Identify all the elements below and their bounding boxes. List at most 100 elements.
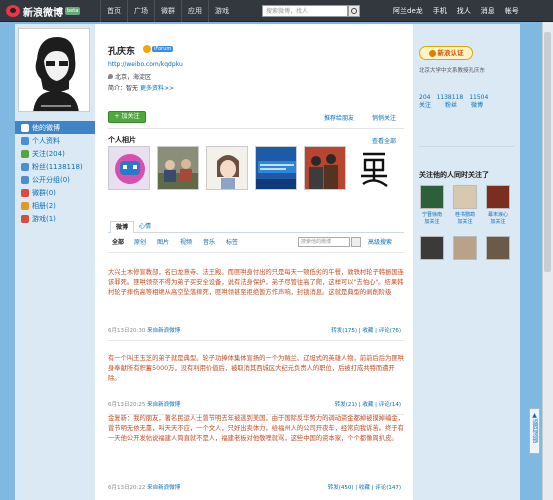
user-avatar xyxy=(420,185,444,209)
weibo-icon xyxy=(21,123,29,132)
post-time[interactable]: 6月13日20:22 xyxy=(108,485,145,491)
nav-apps[interactable]: 应用 xyxy=(181,0,208,22)
stat-weibo-count[interactable]: 11504 xyxy=(469,94,488,102)
stat-following-count[interactable]: 204 xyxy=(419,94,430,102)
quiet-follow-link[interactable]: 悄悄关注 xyxy=(372,113,396,122)
photo-thumbnail[interactable] xyxy=(157,146,199,190)
recommended-user[interactable] xyxy=(453,236,477,262)
sidebar-item-fans[interactable]: 粉丝(1138118) xyxy=(15,160,95,173)
photo-robot-image xyxy=(109,147,149,189)
search-icon[interactable] xyxy=(348,5,360,17)
user-avatar xyxy=(453,236,477,260)
filter-videos[interactable]: 视频 xyxy=(180,236,192,250)
follow-icon xyxy=(21,149,29,158)
stat-weibo-label[interactable]: 微博 xyxy=(471,102,483,110)
divider xyxy=(419,146,514,147)
stat-fans-label[interactable]: 粉丝 xyxy=(445,102,457,110)
photo-thumbnail[interactable] xyxy=(206,146,248,190)
back-to-top-button[interactable]: ▲ 返回顶部 xyxy=(529,408,540,454)
sidebar-item-his-weibo[interactable]: 他的微博 xyxy=(15,121,95,134)
post-time[interactable]: 6月13日20:25 xyxy=(108,402,145,408)
post-text: 金复新：我的朋友，著名民运人士曾节明去年被逃到美国，由于国际反华势力的调动资金都… xyxy=(108,415,404,443)
weibo-search-input[interactable]: 搜索他的微博 xyxy=(298,237,350,247)
sina-verified-badge[interactable]: 新浪认证 xyxy=(419,46,473,60)
photo-thumbnail[interactable] xyxy=(304,146,346,190)
post-actions[interactable]: 转发(175) | 收藏 | 评论(76) xyxy=(331,326,401,334)
user-avatar xyxy=(486,236,510,260)
user-avatar xyxy=(486,185,510,209)
logo-text: 新浪微博 xyxy=(23,7,63,19)
profile-avatar[interactable] xyxy=(18,28,90,112)
tab-mood[interactable]: 心情 xyxy=(134,221,156,233)
search-icon[interactable] xyxy=(351,237,361,247)
recommended-user[interactable] xyxy=(486,236,510,262)
recommended-user[interactable]: 桂书鹦鹉 加关注 xyxy=(453,185,477,225)
photos-title: 个人相片 xyxy=(108,136,136,144)
stat-fans-count[interactable]: 1138118 xyxy=(436,94,463,102)
sidebar-menu: 他的微博 个人资料 关注(204) 粉丝(1138118) 公开分组(0) 微群… xyxy=(15,121,95,225)
weiqun-icon xyxy=(21,188,29,197)
post-source[interactable]: 来自新浪微博 xyxy=(147,485,180,491)
filter-tags[interactable]: 标签 xyxy=(226,236,238,250)
filter-music[interactable]: 音乐 xyxy=(203,236,215,250)
photo-crowd-image xyxy=(305,147,345,189)
profile-stats: 204 1138118 11504 关注 粉丝 微博 xyxy=(419,94,517,110)
account-link[interactable]: 帐号 xyxy=(500,6,524,16)
recommended-user[interactable]: 宁晋徐南 加关注 xyxy=(420,185,444,225)
v-tag-badge[interactable]: iForum xyxy=(152,46,174,52)
post-actions[interactable]: 转发(21) | 收藏 | 评论(14) xyxy=(335,400,401,408)
sidebar-item-album[interactable]: 相册(2) xyxy=(15,199,95,212)
group-icon xyxy=(21,175,29,184)
arrow-up-icon: ▲ xyxy=(532,412,537,419)
nav-games[interactable]: 游戏 xyxy=(208,0,235,22)
mobile-link[interactable]: 手机 xyxy=(428,6,452,16)
post-source[interactable]: 来自新浪微博 xyxy=(147,328,180,334)
sidebar-item-groups[interactable]: 公开分组(0) xyxy=(15,173,95,186)
album-icon xyxy=(21,201,29,210)
recommended-user[interactable] xyxy=(420,236,444,262)
more-info-link[interactable]: 更多资料>> xyxy=(140,85,174,92)
nav-square[interactable]: 广场 xyxy=(127,0,154,22)
profile-url[interactable]: http://weibo.com/kqdpku xyxy=(108,61,183,68)
user-name-link[interactable]: 阿兰de龙 xyxy=(388,6,428,16)
photo-meeting-image xyxy=(158,147,198,189)
common-follows-title: 关注他的人同时关注了 xyxy=(419,171,489,179)
messages-link[interactable]: 消息 xyxy=(476,6,500,16)
location-icon xyxy=(108,74,113,79)
sidebar-item-profile[interactable]: 个人资料 xyxy=(15,134,95,147)
sidebar-item-weiqun[interactable]: 微群(0) xyxy=(15,186,95,199)
user-links: 阿兰de龙 手机 找人 消息 帐号 xyxy=(388,0,524,22)
weibo-eye-icon xyxy=(6,5,20,17)
user-avatar xyxy=(453,185,477,209)
sidebar-item-games[interactable]: 游戏(1) xyxy=(15,212,95,225)
photo-anime-image xyxy=(207,147,247,189)
follow-button[interactable]: + 加关注 xyxy=(108,111,146,123)
advanced-search-link[interactable]: 高级搜索 xyxy=(368,237,392,246)
profile-location: 北京，海淀区 xyxy=(108,72,151,81)
scrollbar-thumb[interactable] xyxy=(544,32,551,272)
photo-thumbnail[interactable] xyxy=(108,146,150,190)
post-time[interactable]: 6月13日20:30 xyxy=(108,328,145,334)
post-actions[interactable]: 转发(450) | 收藏 | 评论(147) xyxy=(328,483,401,491)
photos-view-all-link[interactable]: 查看全部 xyxy=(372,136,396,145)
filter-images[interactable]: 图片 xyxy=(157,236,169,250)
tab-weibo[interactable]: 微博 xyxy=(110,221,135,233)
beta-badge: beta xyxy=(65,7,81,15)
weibo-logo[interactable]: 新浪微博 beta xyxy=(6,4,81,19)
recommend-link[interactable]: 推荐给朋友 xyxy=(324,113,354,122)
divider xyxy=(108,252,404,253)
sidebar-item-following[interactable]: 关注(204) xyxy=(15,147,95,160)
filter-all[interactable]: 全部 xyxy=(112,236,124,250)
photo-calligraphy-image xyxy=(353,146,395,190)
photo-thumbnail[interactable] xyxy=(353,146,395,190)
stat-following-label[interactable]: 关注 xyxy=(419,102,431,110)
nav-weiqun[interactable]: 微群 xyxy=(154,0,181,22)
filter-original[interactable]: 原创 xyxy=(134,236,146,250)
profile-icon xyxy=(21,136,29,145)
post-source[interactable]: 来自新浪微博 xyxy=(147,402,180,408)
photo-thumbnail[interactable] xyxy=(255,146,297,190)
recommended-user[interactable]: 幕末浪心 加关注 xyxy=(486,185,510,225)
top-search-input[interactable]: 搜索微博，找人 xyxy=(262,5,348,17)
find-people-link[interactable]: 找人 xyxy=(452,6,476,16)
nav-home[interactable]: 首页 xyxy=(100,0,127,22)
